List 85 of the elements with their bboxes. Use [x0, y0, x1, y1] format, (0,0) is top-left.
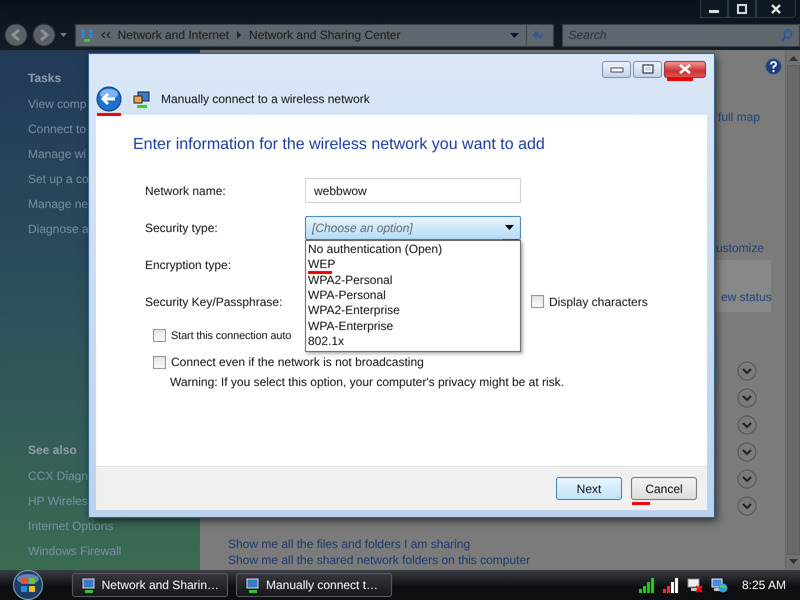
- expand-button[interactable]: [737, 415, 757, 435]
- help-icon[interactable]: [765, 58, 782, 75]
- network-icon: [80, 28, 94, 42]
- chevrons-icon: [100, 31, 111, 39]
- network-icon: [81, 578, 96, 592]
- see-also-link[interactable]: Internet Options: [28, 514, 114, 539]
- task-link[interactable]: View comp: [28, 92, 86, 117]
- start-button[interactable]: [10, 570, 46, 600]
- window-title: Manually connect to a wireless network: [161, 92, 370, 106]
- address-bar[interactable]: Network and Internet Network and Sharing Center: [74, 24, 554, 46]
- expand-button[interactable]: [737, 442, 757, 462]
- task-link[interactable]: Connect to: [28, 117, 86, 142]
- dropdown-option[interactable]: WPA-Enterprise: [308, 318, 394, 333]
- minimize-button[interactable]: [602, 60, 631, 78]
- checkbox[interactable]: [153, 329, 166, 342]
- field-label: Security Key/Passphrase:: [145, 294, 284, 308]
- dropdown-option[interactable]: No authentication (Open): [308, 242, 442, 256]
- dropdown-arrow-icon[interactable]: [505, 225, 514, 230]
- sharing-link[interactable]: Show me all the shared network folders on this computer: [228, 552, 530, 568]
- dropdown-option[interactable]: WEP: [308, 257, 336, 272]
- expand-button[interactable]: [737, 469, 757, 489]
- close-icon: [770, 4, 782, 14]
- close-button[interactable]: [756, 0, 796, 18]
- network-name-field[interactable]: webbwow: [305, 178, 521, 203]
- restore-icon: [736, 4, 748, 14]
- task-link[interactable]: Diagnose a: [28, 217, 89, 242]
- breadcrumb-link[interactable]: Network and Sharing Center: [249, 28, 400, 42]
- minimize-icon: [610, 65, 624, 73]
- dropdown-option[interactable]: WPA-Personal: [308, 288, 386, 302]
- section-heading: Tasks: [28, 70, 62, 87]
- checkbox[interactable]: [531, 295, 544, 308]
- field-label: Encryption type:: [145, 258, 232, 272]
- see-also-link[interactable]: CCX Diagn: [28, 464, 88, 489]
- warning-text: Warning: If you select this option, your computer's privacy might be at risk.: [170, 375, 566, 389]
- back-button[interactable]: [4, 23, 28, 47]
- checkbox-label: Start this connection auto: [171, 330, 292, 342]
- task-link[interactable]: Manage wi: [28, 142, 86, 167]
- scroll-up-icon[interactable]: [788, 56, 798, 61]
- section-heading: See also: [28, 442, 78, 459]
- signal-bars-icon[interactable]: [638, 578, 655, 592]
- expand-button[interactable]: [737, 361, 757, 381]
- maximize-button[interactable]: [633, 60, 662, 78]
- dropdown-option[interactable]: WPA2-Enterprise: [308, 303, 400, 318]
- dropdown-option[interactable]: 802.1x: [308, 334, 344, 348]
- expand-button[interactable]: [737, 496, 757, 516]
- checkbox-label: Connect even if the network is not broadcasting: [171, 355, 424, 369]
- forward-button[interactable]: [32, 23, 56, 47]
- separator-arrow-icon: [236, 31, 242, 39]
- dropdown-option[interactable]: WPA2-Personal: [308, 272, 392, 287]
- status-link[interactable]: ew status: [721, 290, 772, 304]
- minimize-icon: [709, 10, 719, 13]
- minimize-button[interactable]: [700, 0, 728, 18]
- taskbar-button[interactable]: Manually connect t…: [236, 573, 392, 597]
- dialog-button[interactable]: Next: [556, 477, 622, 500]
- restore-button[interactable]: [728, 0, 756, 18]
- close-icon: [678, 64, 692, 74]
- checkbox-label: Display characters: [549, 294, 648, 308]
- refresh-icon: [530, 29, 544, 41]
- maximize-icon: [640, 64, 654, 74]
- field-label: Network name:: [145, 184, 227, 198]
- map-link[interactable]: full map: [718, 110, 785, 124]
- scroll-down-icon[interactable]: [788, 559, 798, 564]
- checkbox[interactable]: [153, 356, 166, 368]
- back-button[interactable]: [96, 86, 122, 112]
- dialog-button[interactable]: Cancel: [631, 477, 697, 500]
- clock[interactable]: 8:25 AM: [742, 578, 786, 592]
- expand-button[interactable]: [737, 388, 757, 408]
- network-icon: [245, 578, 260, 592]
- security-type-dropdown[interactable]: [Choose an option]: [305, 216, 521, 240]
- network-globe-icon[interactable]: [710, 578, 728, 592]
- disconnected-computer-icon[interactable]: [686, 578, 703, 592]
- signal-bars-icon[interactable]: [662, 578, 679, 592]
- customize-link[interactable]: ustomize: [716, 241, 785, 255]
- network-computer-icon: [133, 90, 150, 108]
- sharing-link[interactable]: Show me all the files and folders I am sharing: [228, 536, 470, 552]
- see-also-link[interactable]: Windows Firewall: [28, 539, 122, 564]
- caret-icon[interactable]: [60, 32, 67, 38]
- scrollbar[interactable]: [785, 50, 800, 570]
- taskbar-button[interactable]: Network and Sharin…: [72, 573, 228, 597]
- task-link[interactable]: Set up a co: [28, 167, 89, 192]
- instruction-heading: Enter information for the wireless network you want to add: [133, 136, 546, 154]
- see-also-link[interactable]: HP Wireles: [28, 489, 88, 514]
- task-link[interactable]: Manage ne: [28, 192, 88, 217]
- field-label: Security type:: [145, 220, 219, 234]
- breadcrumb-link[interactable]: Network and Internet: [118, 28, 230, 42]
